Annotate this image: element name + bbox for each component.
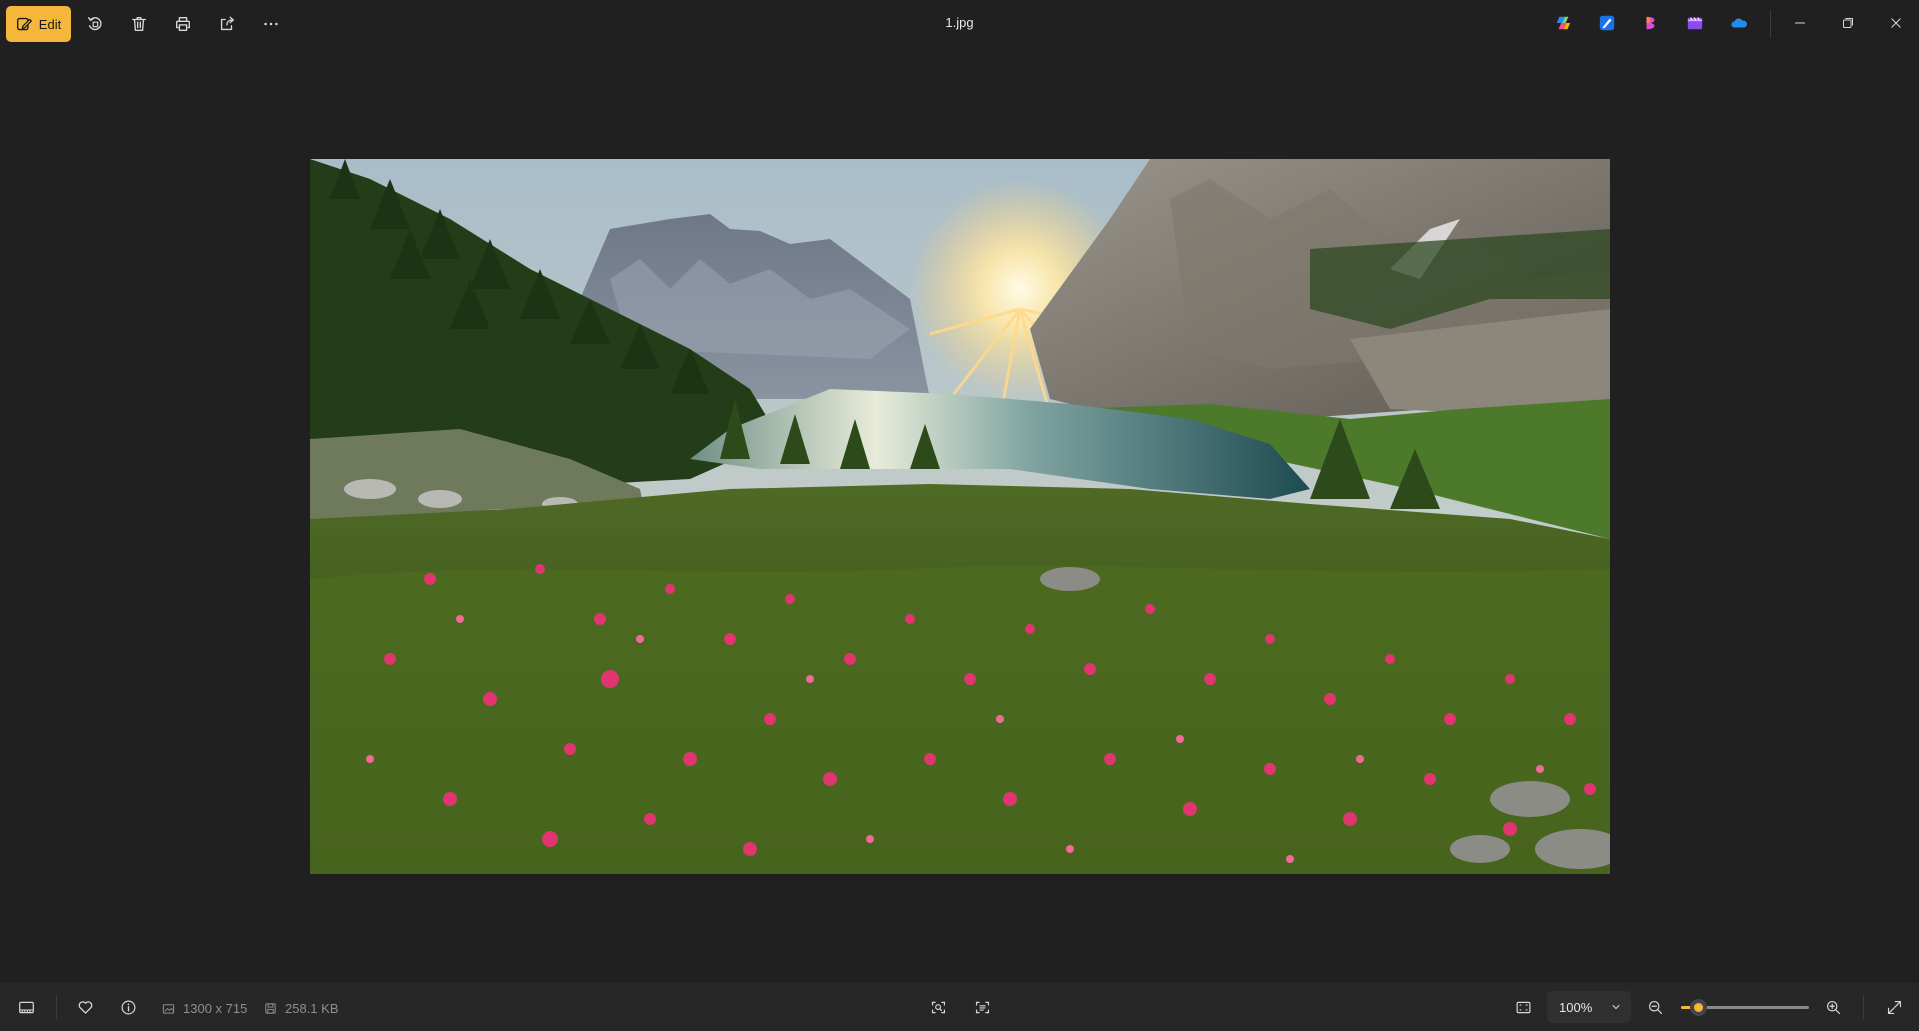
zoom-out-button[interactable] [1637, 989, 1673, 1025]
info-icon [121, 1000, 135, 1014]
zoom-in-button[interactable] [1815, 989, 1851, 1025]
more-options-button[interactable] [253, 6, 289, 42]
full-screen-button[interactable] [1876, 989, 1912, 1025]
filmstrip-button[interactable] [8, 989, 44, 1025]
zoom-slider-thumb[interactable] [1690, 999, 1708, 1016]
copilot-icon [1556, 16, 1571, 30]
photo-viewer-image[interactable] [310, 159, 1610, 874]
visual-search-icon [931, 1001, 945, 1013]
close-icon [1891, 18, 1901, 28]
status-bar: 1300 x 715 258.1 KB 100% [0, 983, 1919, 1031]
delete-button[interactable] [121, 6, 157, 42]
chevron-down-icon [1612, 1004, 1620, 1010]
file-size-label: 258.1 KB [285, 1001, 339, 1016]
title-bar: Edit 1.jpg [0, 0, 1919, 48]
designer-button[interactable] [1596, 12, 1618, 34]
heart-icon [78, 1000, 92, 1014]
scan-text-button[interactable] [964, 989, 1000, 1025]
edit-button-label: Edit [38, 16, 62, 32]
restore-button[interactable] [1825, 0, 1871, 46]
close-button[interactable] [1873, 0, 1919, 46]
statusbar-divider-right [1863, 995, 1864, 1019]
print-button[interactable] [165, 6, 201, 42]
more-icon [264, 22, 278, 26]
edit-icon [16, 17, 32, 30]
fit-to-window-icon [1516, 1001, 1530, 1013]
zoom-level-label: 100% [1559, 999, 1593, 1015]
dimensions-label: 1300 x 715 [183, 1001, 248, 1016]
restore-icon [1843, 18, 1853, 28]
video-editor-button[interactable] [1684, 12, 1706, 34]
delete-icon [132, 17, 146, 31]
minimize-button[interactable] [1777, 0, 1823, 46]
titlebar-divider [1770, 10, 1771, 38]
zoom-in-icon [1826, 1000, 1840, 1014]
rotate-icon [88, 17, 102, 31]
rotate-button[interactable] [77, 6, 113, 42]
image-dimensions: 1300 x 715 [162, 1001, 247, 1016]
print-icon [176, 17, 190, 31]
share-icon [220, 16, 234, 31]
fit-to-window-button[interactable] [1505, 989, 1541, 1025]
visual-search-button[interactable] [920, 989, 956, 1025]
copilot-button[interactable] [1552, 12, 1574, 34]
onedrive-button[interactable] [1728, 12, 1750, 34]
statusbar-divider [56, 995, 57, 1019]
designer-icon [1599, 15, 1615, 31]
landscape-photo [310, 159, 1610, 874]
zoom-out-icon [1648, 1000, 1662, 1014]
favorite-button[interactable] [67, 989, 103, 1025]
scan-text-icon [975, 1001, 989, 1013]
zoom-slider[interactable] [1681, 999, 1809, 1016]
minimize-icon [1795, 22, 1805, 24]
video-editor-icon [1687, 17, 1703, 30]
clipchamp-button[interactable] [1640, 12, 1662, 34]
filmstrip-icon [18, 1001, 34, 1013]
dimensions-icon [162, 1004, 175, 1014]
edit-button[interactable]: Edit [6, 6, 71, 42]
expand-icon [1887, 1000, 1901, 1014]
onedrive-icon [1731, 18, 1747, 28]
file-size-icon [265, 1003, 276, 1014]
file-size: 258.1 KB [264, 1001, 339, 1016]
zoom-level-dropdown[interactable]: 100% [1547, 991, 1631, 1023]
share-button[interactable] [209, 6, 245, 42]
clipchamp-icon [1646, 16, 1655, 30]
file-info-button[interactable] [110, 989, 146, 1025]
